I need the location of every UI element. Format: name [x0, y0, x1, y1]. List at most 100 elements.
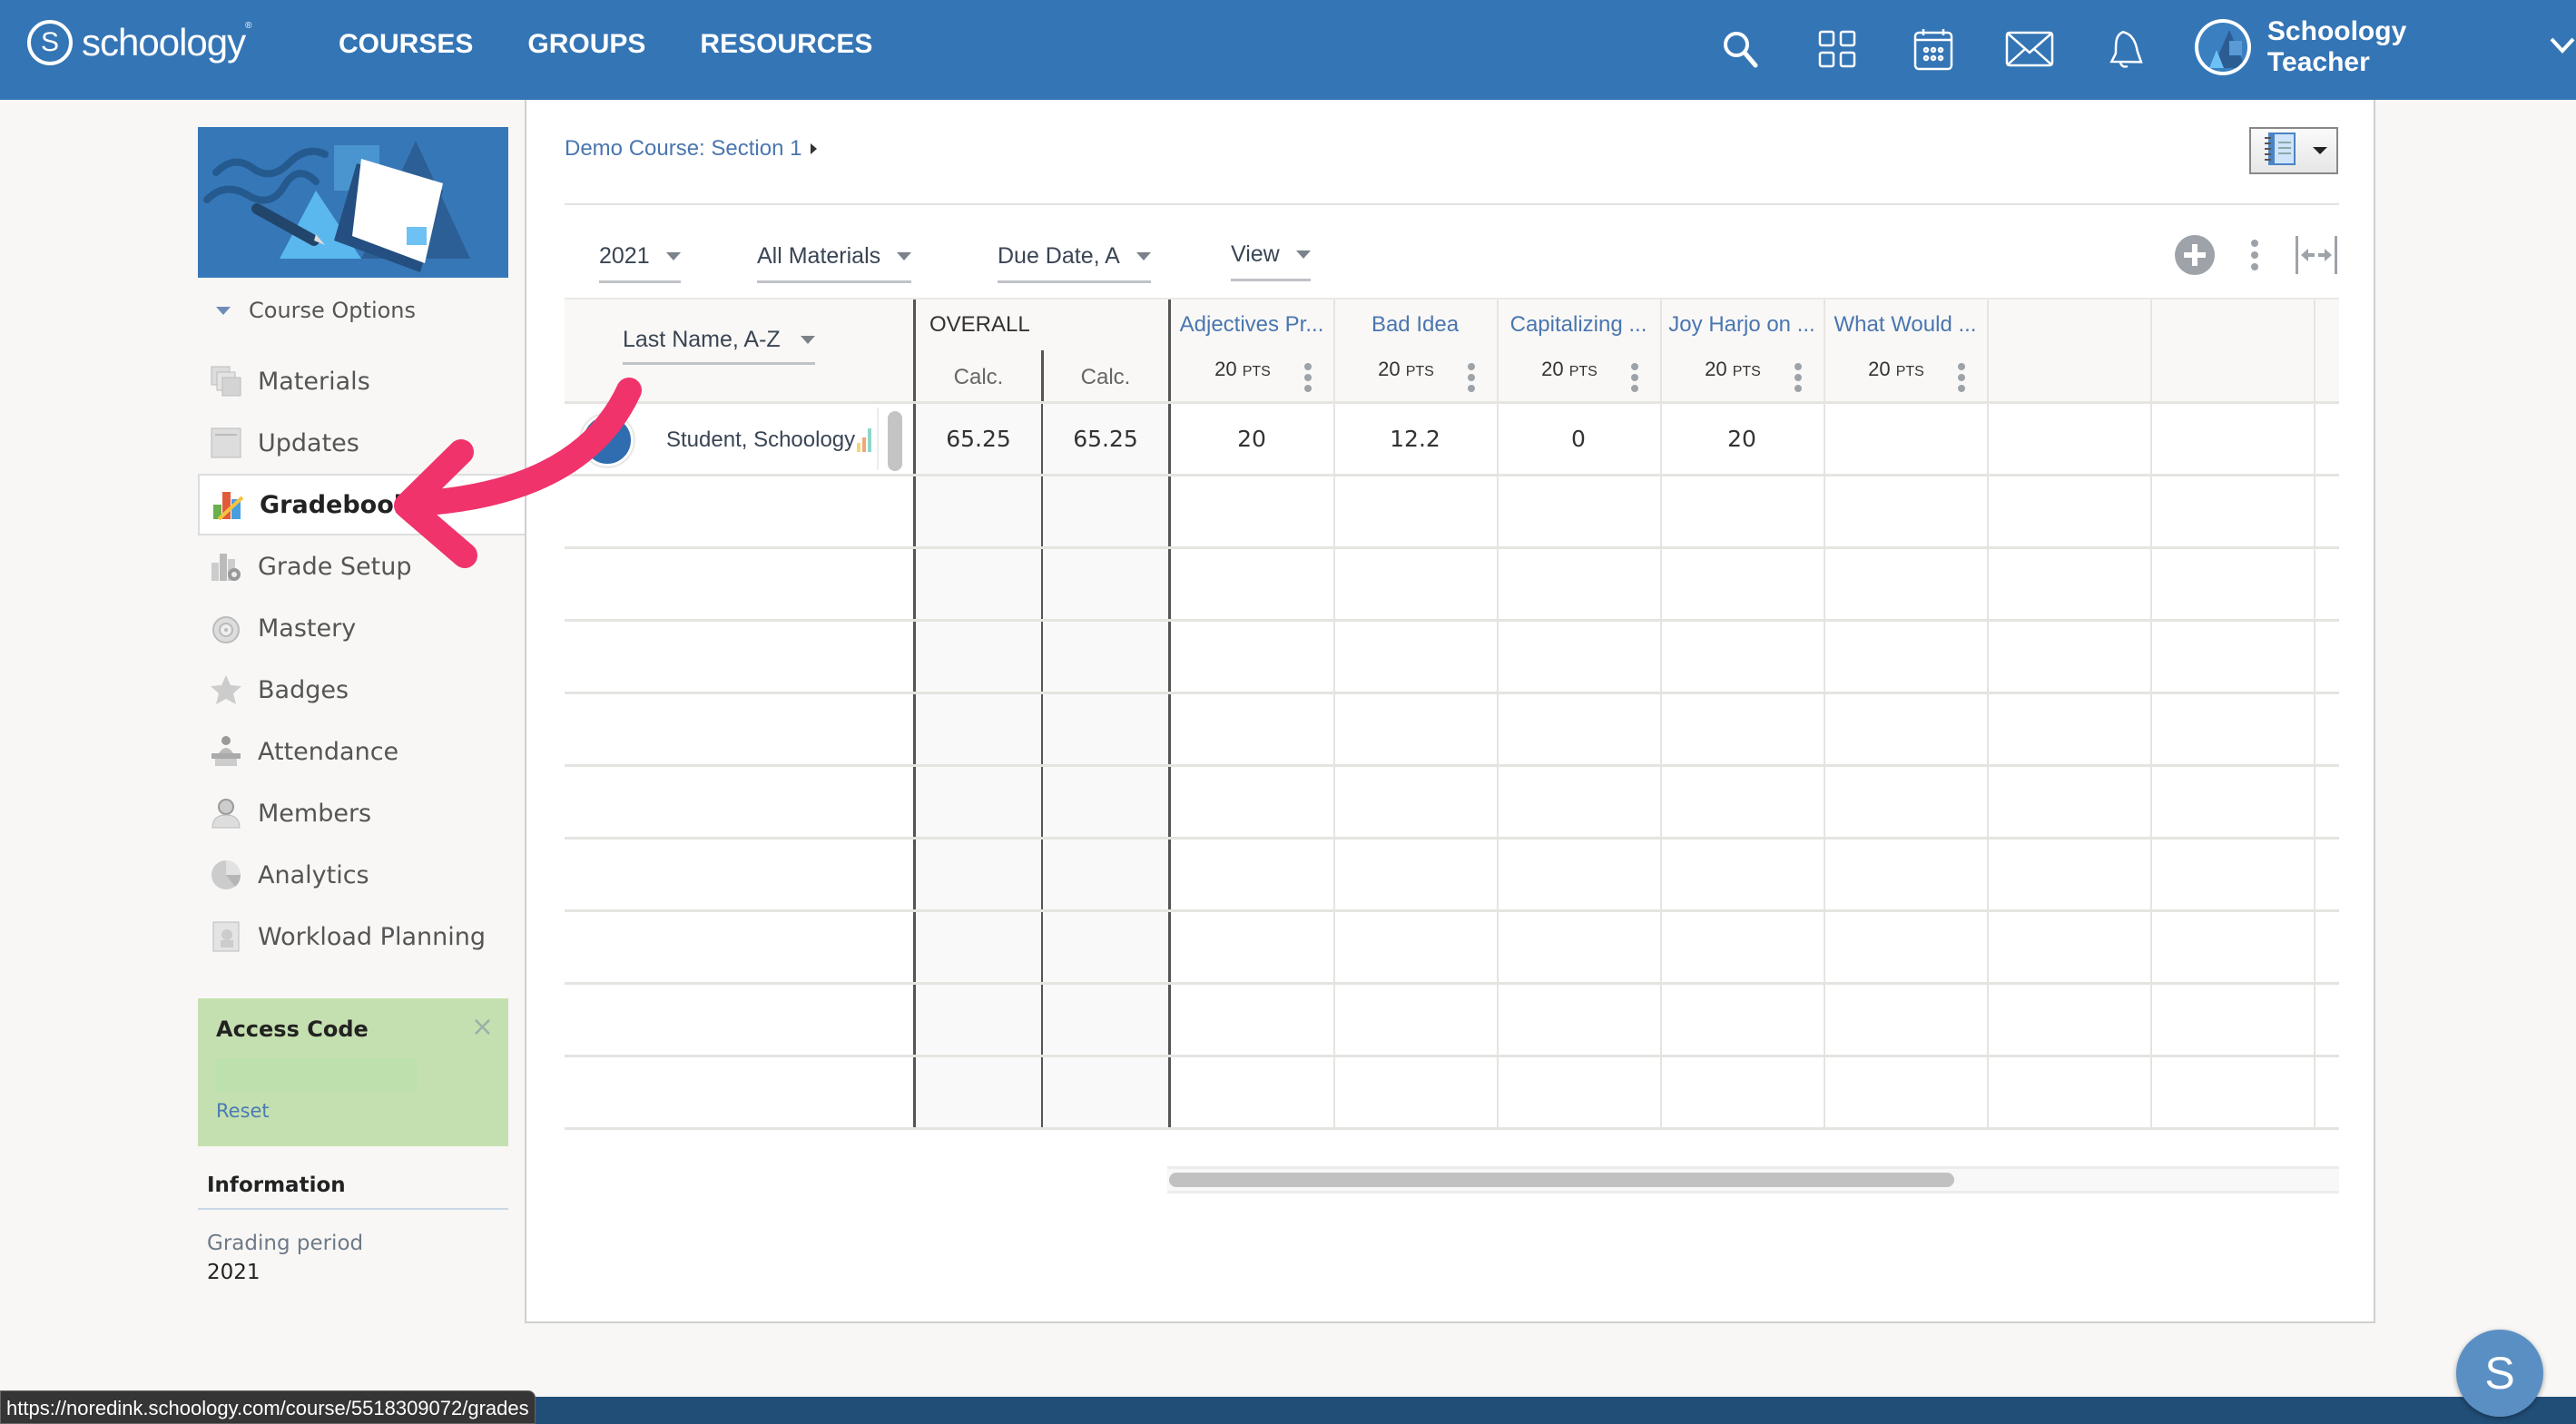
horizontal-scrollbar-thumb[interactable]	[1169, 1173, 1954, 1187]
sidebar-item-analytics[interactable]: Analytics	[198, 844, 508, 906]
points-unit: PTS	[1405, 364, 1434, 379]
assignment-header-title[interactable]: Adjectives Pr...	[1170, 312, 1333, 338]
assignment-header-title[interactable]: Capitalizing ...	[1497, 312, 1660, 338]
overall-grade-cell[interactable]: 65.25	[1043, 404, 1168, 474]
points-unit: PTS	[1568, 364, 1598, 379]
materials-filter-dropdown[interactable]: All Materials	[757, 243, 912, 283]
column-divider	[1333, 622, 1335, 692]
column-menu-icon[interactable]	[1629, 363, 1640, 392]
grade-cell[interactable]	[2150, 404, 2314, 474]
course-options-toggle[interactable]: Course Options	[216, 298, 508, 323]
column-divider	[1987, 476, 1989, 546]
sidebar-item-gradebook[interactable]: Gradebook	[198, 474, 526, 535]
expand-columns-icon[interactable]	[2294, 234, 2339, 276]
overall-grade-cell[interactable]	[1043, 549, 1168, 619]
updates-icon	[209, 426, 243, 460]
sort-dropdown[interactable]: Due Date, A	[998, 243, 1151, 283]
column-divider	[1824, 476, 1825, 546]
horizontal-scrollbar[interactable]	[1167, 1166, 2339, 1193]
bell-icon[interactable]	[2100, 24, 2151, 74]
calendar-icon[interactable]	[1908, 24, 1959, 74]
sidebar-item-badges[interactable]: Badges	[198, 659, 508, 721]
points-value: 20	[1541, 358, 1564, 380]
overall-grade-cell[interactable]	[916, 840, 1041, 909]
grade-cell[interactable]	[1987, 404, 2150, 474]
column-divider	[1497, 476, 1499, 546]
row-scroll-handle[interactable]	[888, 411, 902, 471]
chevron-down-icon[interactable]	[2549, 36, 2576, 58]
table-row	[565, 622, 2339, 694]
column-menu-icon[interactable]	[1793, 363, 1804, 392]
student-cell[interactable]: Student, Schoology	[581, 411, 872, 469]
user-menu[interactable]: Schoology Teacher	[2195, 16, 2576, 78]
close-icon[interactable]: ×	[471, 1011, 494, 1043]
grade-cell[interactable]: 20	[1660, 404, 1824, 474]
student-sort-dropdown[interactable]: Last Name, A-Z	[623, 327, 815, 365]
overall-grade-cell[interactable]	[1043, 985, 1168, 1055]
grade-cell[interactable]	[1824, 404, 1987, 474]
overall-grade-cell[interactable]	[1043, 912, 1168, 982]
overall-grade-cell[interactable]	[916, 985, 1041, 1055]
sidebar-item-updates[interactable]: Updates	[198, 412, 508, 474]
column-menu-icon[interactable]	[1466, 363, 1477, 392]
assignment-header-title[interactable]: Bad Idea	[1333, 312, 1497, 338]
nav-courses[interactable]: COURSES	[339, 29, 473, 60]
overall-grade-cell[interactable]	[916, 694, 1041, 764]
badge-star-icon	[209, 673, 243, 707]
help-button[interactable]: S	[2456, 1330, 2543, 1417]
mail-icon[interactable]	[2004, 24, 2055, 74]
column-divider	[2150, 300, 2152, 401]
grading-period-dropdown[interactable]: 2021	[599, 243, 681, 283]
sidebar-item-mastery[interactable]: Mastery	[198, 597, 508, 659]
overall-grade-cell[interactable]	[1043, 622, 1168, 692]
sidebar-item-grade-setup[interactable]: Grade Setup	[198, 535, 508, 597]
schoology-logo[interactable]: S schoology®	[27, 20, 252, 65]
sidebar-item-materials[interactable]: Materials	[198, 350, 508, 412]
add-column-icon[interactable]	[2174, 234, 2216, 276]
sidebar-item-members[interactable]: Members	[198, 782, 508, 844]
overall-grade-cell[interactable]	[1043, 476, 1168, 546]
overall-grade-cell[interactable]	[1043, 694, 1168, 764]
overall-grade-cell[interactable]: 65.25	[916, 404, 1041, 474]
overall-grade-cell[interactable]	[916, 549, 1041, 619]
status-url: https://noredink.schoology.com/course/55…	[0, 1390, 536, 1424]
overall-grade-cell[interactable]	[916, 622, 1041, 692]
overall-grade-cell[interactable]	[916, 912, 1041, 982]
sidebar-item-label: Badges	[258, 675, 349, 704]
overall-grade-cell[interactable]	[916, 1057, 1041, 1127]
sidebar-item-attendance[interactable]: Attendance	[198, 721, 508, 782]
nav-groups[interactable]: GROUPS	[527, 29, 645, 60]
breadcrumb-course[interactable]: Demo Course: Section 1	[565, 136, 801, 162]
column-menu-icon[interactable]	[1956, 363, 1967, 392]
sidebar-item-workload-planning[interactable]: Workload Planning	[198, 906, 508, 967]
sidebar-item-label: Updates	[258, 428, 359, 457]
overall-grade-cell[interactable]	[1043, 767, 1168, 837]
more-options-icon[interactable]	[2248, 237, 2261, 273]
column-divider	[2150, 549, 2152, 619]
grading-period-value: 2021	[207, 1261, 261, 1284]
assignment-header-title[interactable]: What Would ...	[1824, 312, 1987, 338]
attendance-icon	[209, 734, 243, 769]
breadcrumb[interactable]: Demo Course: Section 1	[565, 136, 818, 162]
nav-resources[interactable]: RESOURCES	[700, 29, 872, 60]
page-options-button[interactable]	[2249, 127, 2338, 174]
view-dropdown[interactable]: View	[1231, 241, 1311, 281]
grade-cell[interactable]: 20	[1170, 404, 1333, 474]
grid-header-row: Last Name, A-Z OVERALL Calc. Calc. Adjec…	[565, 298, 2339, 404]
student-name[interactable]: Student, Schoology	[666, 427, 855, 453]
overall-grade-cell[interactable]	[1043, 1057, 1168, 1127]
grading-period-label: Grading period	[207, 1232, 364, 1255]
column-divider	[2314, 476, 2315, 546]
column-menu-icon[interactable]	[1303, 363, 1313, 392]
assignment-header-title[interactable]: Joy Harjo on ...	[1660, 312, 1824, 338]
caret-down-icon	[1136, 252, 1151, 260]
sidebar-item-label: Workload Planning	[258, 922, 486, 951]
grade-cell[interactable]: 0	[1497, 404, 1660, 474]
apps-grid-icon[interactable]	[1812, 24, 1863, 74]
overall-grade-cell[interactable]	[1043, 840, 1168, 909]
search-icon[interactable]	[1716, 24, 1766, 74]
grade-cell[interactable]: 12.2	[1333, 404, 1497, 474]
overall-grade-cell[interactable]	[916, 767, 1041, 837]
access-code-reset-link[interactable]: Reset	[216, 1100, 490, 1122]
overall-grade-cell[interactable]	[916, 476, 1041, 546]
